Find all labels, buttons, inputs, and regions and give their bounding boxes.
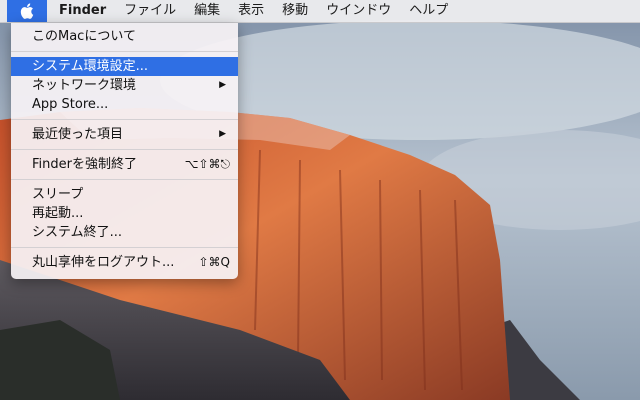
menu-item-app-store[interactable]: App Store... <box>11 95 238 114</box>
menu-edit[interactable]: 編集 <box>185 0 229 22</box>
apple-dropdown-menu: このMacについて システム環境設定... ネットワーク環境 ▶ App Stor… <box>11 23 238 279</box>
log-out-shortcut: ⇧⌘Q <box>198 255 231 269</box>
menu-separator <box>11 119 238 120</box>
menu-separator <box>11 179 238 180</box>
menu-bar: Finder ファイル 編集 表示 移動 ウインドウ ヘルプ <box>0 0 640 23</box>
menu-separator <box>11 149 238 150</box>
menu-item-restart[interactable]: 再起動... <box>11 204 238 223</box>
apple-logo-icon <box>20 3 34 19</box>
menu-view[interactable]: 表示 <box>229 0 273 22</box>
menu-item-location[interactable]: ネットワーク環境 ▶ <box>11 76 238 95</box>
submenu-arrow-icon: ▶ <box>219 129 226 139</box>
menu-item-sleep[interactable]: スリープ <box>11 185 238 204</box>
force-quit-shortcut: ⌥⇧⌘⎋ <box>184 157 230 171</box>
menu-help[interactable]: ヘルプ <box>400 0 457 22</box>
menu-item-recent-items[interactable]: 最近使った項目 ▶ <box>11 125 238 144</box>
apple-menu-button[interactable] <box>7 0 47 22</box>
menu-item-shut-down[interactable]: システム終了... <box>11 223 238 242</box>
menu-separator <box>11 247 238 248</box>
menu-item-system-preferences[interactable]: システム環境設定... <box>11 57 238 76</box>
submenu-arrow-icon: ▶ <box>219 80 226 90</box>
menu-item-force-quit[interactable]: Finderを強制終了 ⌥⇧⌘⎋ <box>11 155 238 174</box>
menu-item-log-out[interactable]: 丸山享伸をログアウト... ⇧⌘Q <box>11 253 238 272</box>
menu-file[interactable]: ファイル <box>115 0 185 22</box>
menu-finder[interactable]: Finder <box>47 0 115 22</box>
menu-separator <box>11 51 238 52</box>
menu-item-about-this-mac[interactable]: このMacについて <box>11 27 238 46</box>
menu-window[interactable]: ウインドウ <box>317 0 400 22</box>
menu-go[interactable]: 移動 <box>273 0 317 22</box>
